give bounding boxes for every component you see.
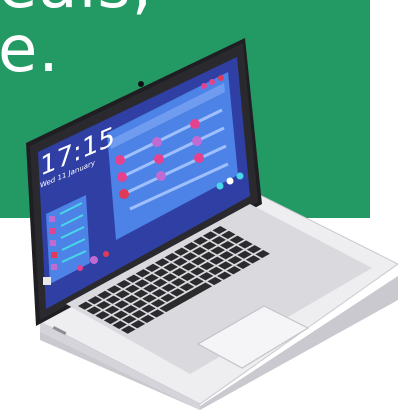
camera-icon — [138, 81, 144, 87]
laptop-illustration: 17:15 Wed 11 January — [26, 38, 398, 410]
start-button — [43, 277, 51, 285]
